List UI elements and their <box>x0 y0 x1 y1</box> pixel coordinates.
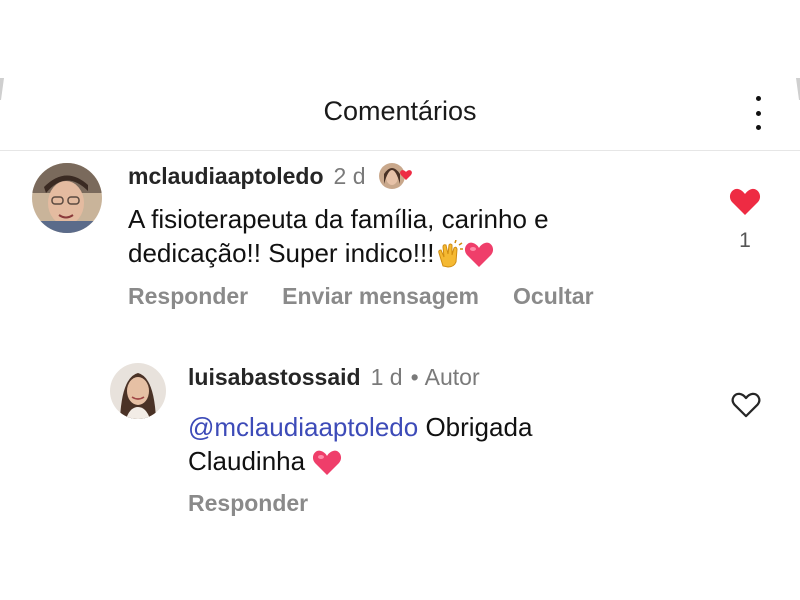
heart-filled-icon[interactable] <box>729 188 761 216</box>
comment-like: 1 <box>726 188 764 253</box>
avatar[interactable] <box>32 163 102 233</box>
mention-link[interactable]: @mclaudiaaptoledo <box>188 412 418 442</box>
reply-text: @mclaudiaaptoledo Obrigada Claudinha <box>188 410 688 478</box>
reply-text-line: @mclaudiaaptoledo Obrigada <box>188 412 533 442</box>
author-liked-badge <box>378 160 414 192</box>
meta-separator: • <box>410 363 419 390</box>
comment-text: A fisioterapeuta da família, carinho e d… <box>128 202 688 270</box>
heart-outline-icon[interactable] <box>731 392 761 418</box>
hide-button[interactable]: Ocultar <box>513 283 594 310</box>
reply-avatar[interactable] <box>110 363 166 419</box>
comment-actions: Responder Enviar mensagem Ocultar <box>128 283 594 310</box>
send-message-button[interactable]: Enviar mensagem <box>282 283 479 310</box>
heart-emoji-icon <box>465 242 494 268</box>
heart-emoji-icon <box>313 450 342 476</box>
reply-username[interactable]: luisabastossaid <box>188 364 361 391</box>
comment-meta: mclaudiaaptoledo 2 d <box>128 160 414 192</box>
comment-username[interactable]: mclaudiaaptoledo <box>128 163 324 190</box>
like-count: 1 <box>739 229 751 252</box>
reply-comment: luisabastossaid 1 d • Autor @mclaudiaapt… <box>0 340 800 540</box>
comment: mclaudiaaptoledo 2 d A fisioterapeuta da… <box>0 0 800 320</box>
reply-like <box>728 392 764 423</box>
avatar-photo <box>32 163 102 233</box>
reply-time: 1 d <box>370 363 403 390</box>
reply-button[interactable]: Responder <box>188 490 308 517</box>
avatar-photo <box>110 363 166 419</box>
reply-button[interactable]: Responder <box>128 283 248 310</box>
reply-actions: Responder <box>188 490 308 517</box>
comment-text-line: A fisioterapeuta da família, carinho e <box>128 204 549 234</box>
reply-text-line-2: Claudinha <box>188 444 688 478</box>
comment-time: 2 d <box>333 162 366 189</box>
author-badge: Autor <box>424 363 480 390</box>
clapping-hands-icon <box>438 240 464 268</box>
comment-text-line-2: dedicação!! Super indico!!! <box>128 236 688 270</box>
reply-meta: luisabastossaid 1 d • Autor <box>188 361 480 393</box>
